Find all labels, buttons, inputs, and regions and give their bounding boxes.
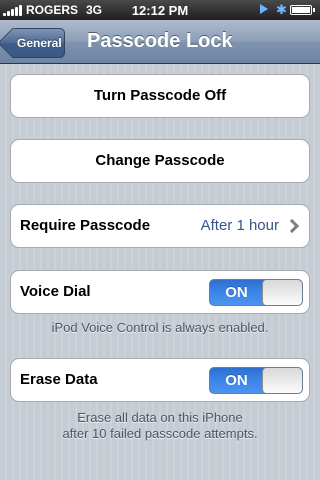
erase-data-footer: Erase all data on this iPhone after 10 f… — [10, 410, 310, 442]
change-passcode-button[interactable]: Change Passcode — [10, 139, 310, 183]
voice-dial-toggle[interactable]: ON — [209, 279, 303, 306]
voice-dial-footer: iPod Voice Control is always enabled. — [51, 320, 269, 335]
voice-dial-label: Voice Dial — [20, 283, 91, 300]
back-button-label: General — [17, 36, 62, 50]
status-bar: ROGERS 3G 12:12 PM ✱ — [0, 0, 320, 20]
erase-footer-line-2: after 10 failed passcode attempts. — [62, 426, 258, 441]
back-button[interactable]: General — [13, 28, 65, 58]
toggle-knob — [262, 280, 302, 305]
toggle-knob — [262, 368, 302, 393]
erase-data-toggle[interactable]: ON — [209, 367, 303, 394]
require-passcode-row[interactable]: Require Passcode After 1 hour — [10, 204, 310, 248]
change-passcode-label: Change Passcode — [95, 152, 225, 169]
erase-footer-line-1: Erase all data on this iPhone — [77, 410, 243, 425]
battery-icon — [290, 5, 315, 15]
voice-dial-row: Voice Dial ON — [10, 270, 310, 314]
play-icon — [260, 4, 268, 14]
bluetooth-icon: ✱ — [276, 2, 287, 17]
turn-passcode-off-label: Turn Passcode Off — [93, 87, 227, 104]
erase-data-row: Erase Data ON — [10, 358, 310, 402]
turn-passcode-off-button[interactable]: Turn Passcode Off — [10, 74, 310, 118]
require-passcode-value: After 1 hour — [200, 217, 279, 234]
require-passcode-label: Require Passcode — [20, 217, 151, 234]
page-title: Passcode Lock — [87, 30, 233, 52]
erase-data-label: Erase Data — [20, 371, 98, 388]
status-time: 12:12 PM — [131, 3, 189, 18]
erase-data-toggle-state: ON — [225, 372, 248, 389]
navigation-bar: General Passcode Lock — [0, 20, 320, 64]
chevron-right-icon — [284, 218, 300, 234]
voice-dial-toggle-state: ON — [225, 284, 248, 301]
